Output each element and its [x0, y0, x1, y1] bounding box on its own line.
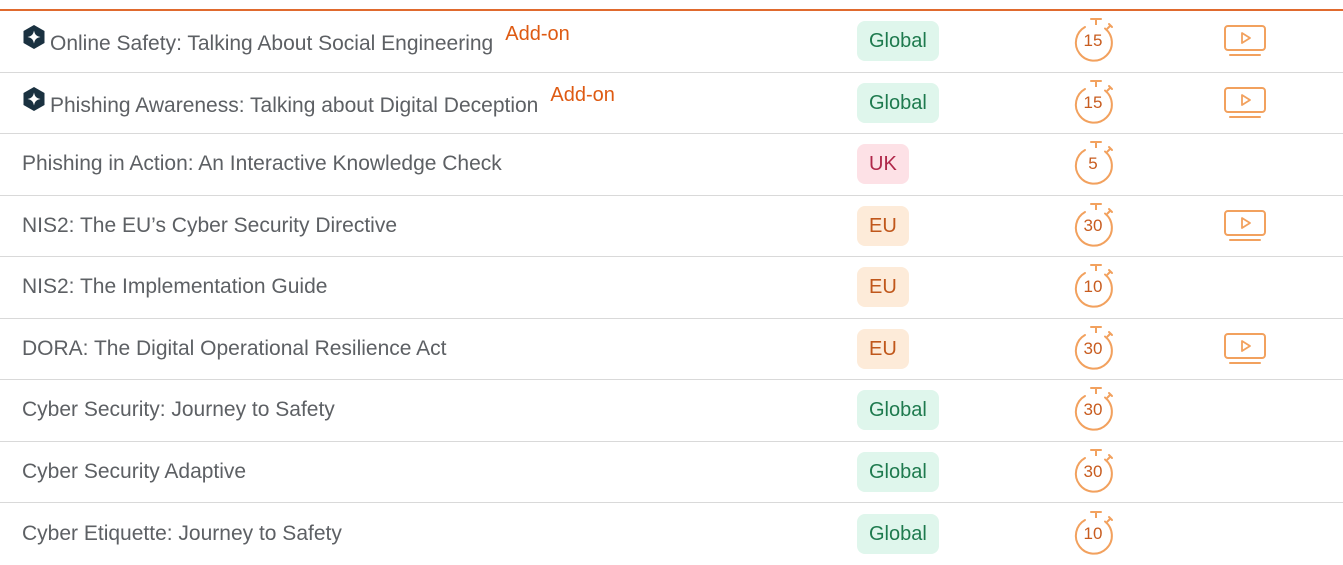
course-title-cell: Cyber Security Adaptive: [22, 442, 246, 503]
addon-label: Add-on: [505, 22, 570, 45]
video-play-icon[interactable]: [1222, 23, 1270, 59]
course-title-cell: Phishing in Action: An Interactive Knowl…: [22, 134, 502, 195]
course-title-cell: NIS2: The Implementation Guide: [22, 257, 327, 318]
duration-minutes: 30: [1083, 461, 1103, 481]
table-row[interactable]: Cyber Etiquette: Journey to Safety Global…: [0, 503, 1343, 565]
video-play-icon[interactable]: [1222, 208, 1270, 244]
video-play-icon[interactable]: [1222, 85, 1270, 121]
course-title[interactable]: Phishing in Action: An Interactive Knowl…: [22, 152, 502, 176]
region-badge: EU: [857, 205, 909, 246]
table-row[interactable]: Phishing in Action: An Interactive Knowl…: [0, 134, 1343, 196]
duration-timer: 30: [1069, 200, 1121, 252]
video-play-icon[interactable]: [1222, 331, 1270, 367]
course-title[interactable]: Cyber Etiquette: Journey to Safety: [22, 522, 342, 546]
region-badge: Global: [857, 21, 939, 62]
region-badge: Global: [857, 451, 939, 492]
table-row[interactable]: NIS2: The EU’s Cyber Security Directive E…: [0, 196, 1343, 257]
duration-minutes: 15: [1083, 92, 1103, 112]
table-row[interactable]: Cyber Security Adaptive Global 30: [0, 442, 1343, 503]
table-row[interactable]: NIS2: The Implementation Guide EU 10: [0, 257, 1343, 319]
region-badge: Global: [857, 82, 939, 123]
table-row[interactable]: DORA: The Digital Operational Resilience…: [0, 319, 1343, 380]
course-title-cell: Cyber Security: Journey to Safety: [22, 380, 335, 441]
course-title[interactable]: Phishing Awareness: Talking about Digita…: [50, 94, 538, 118]
table-row[interactable]: Cyber Security: Journey to Safety Global 3…: [0, 380, 1343, 442]
course-title-cell: DORA: The Digital Operational Resilience…: [22, 319, 446, 380]
region-badge: Global: [857, 513, 939, 554]
star-badge-icon: [22, 24, 46, 50]
duration-minutes: 30: [1083, 215, 1103, 235]
table-row[interactable]: Online Safety: Talking About Social Engi…: [0, 11, 1343, 73]
region-badge: EU: [857, 328, 909, 369]
duration-timer: 15: [1069, 77, 1121, 129]
course-title-cell: Phishing Awareness: Talking about Digita…: [22, 73, 615, 134]
course-title-cell: NIS2: The EU’s Cyber Security Directive: [22, 196, 397, 257]
duration-timer: 10: [1069, 508, 1121, 560]
region-badge: Global: [857, 390, 939, 431]
course-table: Online Safety: Talking About Social Engi…: [0, 11, 1343, 565]
duration-timer: 10: [1069, 261, 1121, 313]
table-row[interactable]: Phishing Awareness: Talking about Digita…: [0, 73, 1343, 134]
course-title[interactable]: NIS2: The Implementation Guide: [22, 275, 327, 299]
course-title[interactable]: Online Safety: Talking About Social Engi…: [50, 32, 493, 56]
duration-minutes: 10: [1083, 523, 1103, 543]
duration-timer: 30: [1069, 446, 1121, 498]
star-badge-icon: [22, 86, 46, 112]
duration-minutes: 15: [1083, 31, 1103, 51]
addon-label: Add-on: [550, 84, 615, 107]
region-badge: EU: [857, 267, 909, 308]
duration-minutes: 30: [1083, 400, 1103, 420]
duration-timer: 5: [1069, 138, 1121, 190]
region-badge: UK: [857, 144, 909, 185]
duration-timer: 15: [1069, 15, 1121, 67]
course-title[interactable]: NIS2: The EU’s Cyber Security Directive: [22, 214, 397, 238]
duration-minutes: 5: [1088, 154, 1098, 174]
course-title[interactable]: Cyber Security: Journey to Safety: [22, 398, 335, 422]
duration-timer: 30: [1069, 323, 1121, 375]
course-title-cell: Online Safety: Talking About Social Engi…: [22, 11, 570, 72]
course-title-cell: Cyber Etiquette: Journey to Safety: [22, 503, 342, 565]
course-title[interactable]: Cyber Security Adaptive: [22, 460, 246, 484]
duration-minutes: 30: [1083, 338, 1103, 358]
duration-timer: 30: [1069, 384, 1121, 436]
duration-minutes: 10: [1083, 277, 1103, 297]
course-title[interactable]: DORA: The Digital Operational Resilience…: [22, 337, 446, 361]
